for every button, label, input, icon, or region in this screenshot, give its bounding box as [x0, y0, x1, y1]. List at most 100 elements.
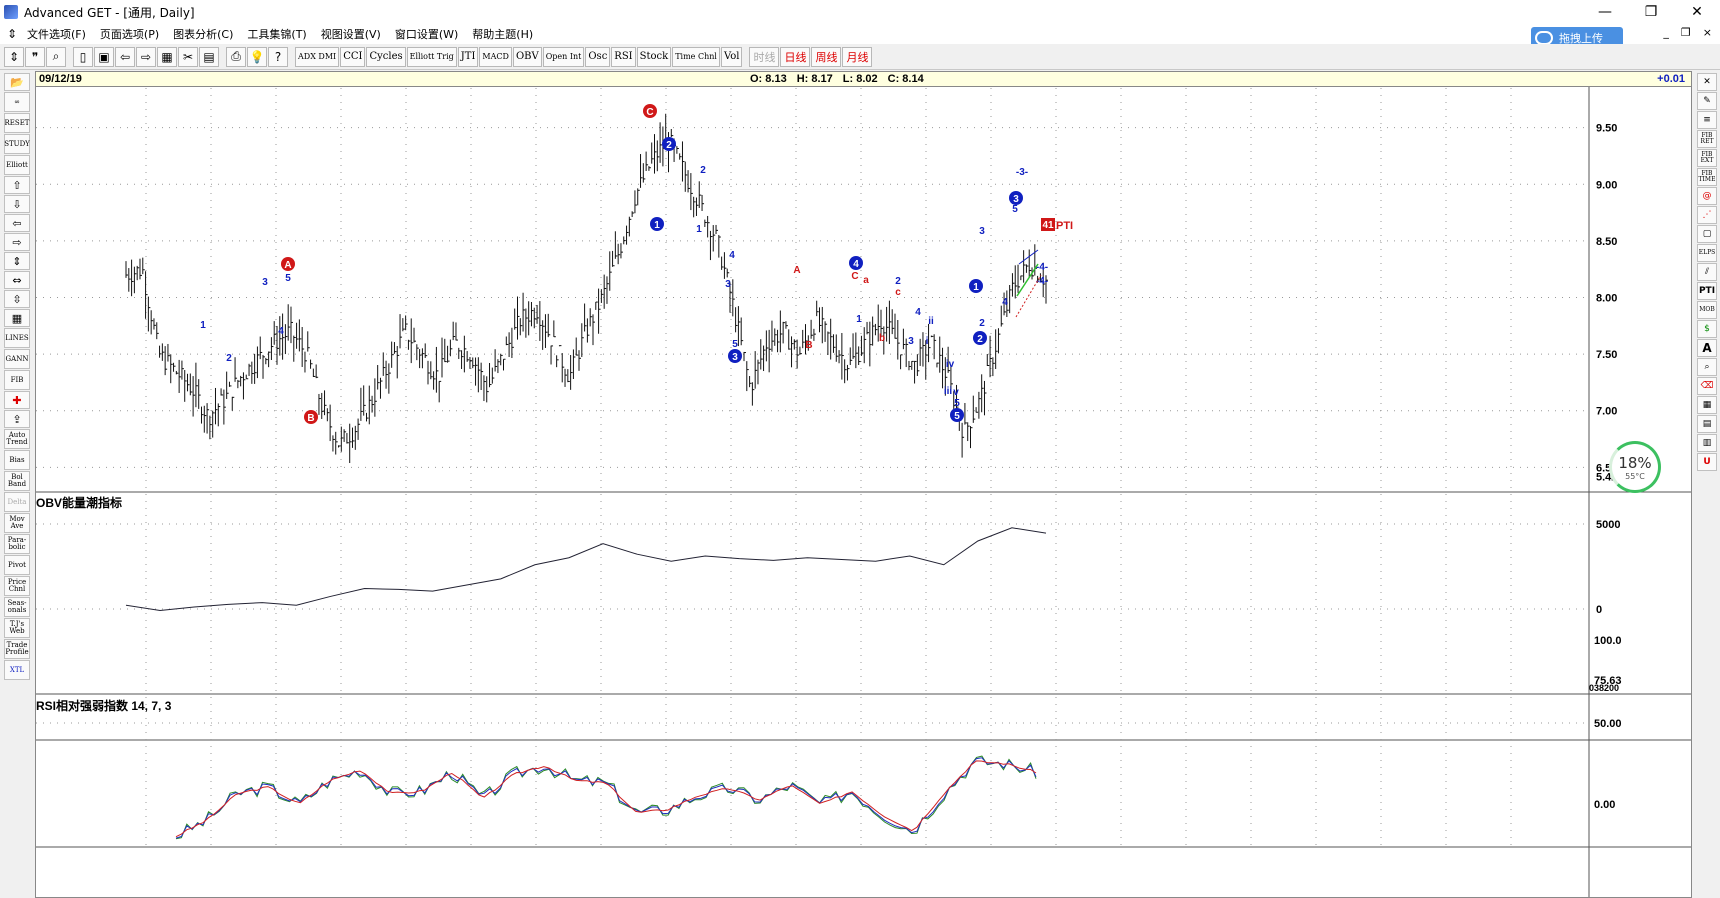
- cut-icon[interactable]: ✂: [178, 46, 198, 67]
- arrow-up-icon[interactable]: ⇧: [4, 176, 30, 194]
- tool-pivot[interactable]: Pivot: [4, 555, 30, 575]
- tool-auto-trend[interactable]: Auto Trend: [4, 429, 30, 449]
- menu-help[interactable]: 帮助主题(H): [465, 26, 540, 42]
- tool-xtl[interactable]: XTL: [4, 660, 30, 680]
- table-icon[interactable]: ▦: [1697, 396, 1717, 414]
- notes-icon[interactable]: ▥: [1697, 434, 1717, 452]
- tb-open-int[interactable]: Open Int: [542, 46, 585, 67]
- layout-icon[interactable]: ▤: [199, 46, 219, 67]
- tb-cci[interactable]: CCI: [340, 46, 366, 67]
- tb-jti[interactable]: JTI: [457, 46, 479, 67]
- menu-window[interactable]: 窗口设置(W): [388, 26, 465, 42]
- dollar-icon[interactable]: $: [1697, 320, 1717, 338]
- tool-elps[interactable]: ELPS: [1697, 244, 1717, 262]
- help-icon[interactable]: ?: [268, 46, 288, 67]
- tool-mov-ave[interactable]: Mov Ave: [4, 513, 30, 533]
- save-icon[interactable]: ▣: [94, 46, 114, 67]
- period-hourly[interactable]: 时线: [749, 46, 780, 67]
- arrow-left-icon[interactable]: ⇦: [4, 214, 30, 232]
- lines-icon[interactable]: ≡: [1697, 111, 1717, 129]
- maximize-button[interactable]: ❐: [1628, 0, 1674, 24]
- tb-time-chnl[interactable]: Time Chnl: [672, 46, 720, 67]
- tool-fib[interactable]: FIB: [4, 370, 30, 390]
- close-button[interactable]: ✕: [1674, 0, 1720, 24]
- back-icon[interactable]: ⇦: [115, 46, 135, 67]
- tool-pti[interactable]: PTI: [1697, 282, 1717, 300]
- eraser-icon[interactable]: ⌫: [1697, 377, 1717, 395]
- hint-icon[interactable]: 💡: [247, 46, 267, 67]
- obv-tick-label: 0: [1596, 604, 1602, 616]
- tool-bol-band[interactable]: Bol Band: [4, 471, 30, 491]
- tool-fib-ret[interactable]: FIB RET: [1697, 130, 1717, 148]
- cursor-icon[interactable]: ⇕: [4, 46, 24, 67]
- tool-binoculars[interactable]: ∞: [4, 92, 30, 112]
- expand-vertical-icon[interactable]: ⇕: [4, 252, 30, 270]
- wave-label: 3: [908, 336, 914, 347]
- spiral-icon[interactable]: @: [1697, 187, 1717, 205]
- print-icon[interactable]: ⎙: [226, 46, 246, 67]
- tool-seasonals[interactable]: Seas-onals: [4, 597, 30, 617]
- quote-icon[interactable]: ❞: [25, 46, 45, 67]
- menu-view[interactable]: 视图设置(V): [314, 26, 388, 42]
- arrow-down-icon[interactable]: ⇩: [4, 195, 30, 213]
- tool-text[interactable]: A: [1697, 339, 1717, 357]
- menu-page[interactable]: 页面选项(P): [93, 26, 166, 42]
- expand-horizontal-icon[interactable]: ⇔: [4, 271, 30, 289]
- tool-bias[interactable]: Bias: [4, 450, 30, 470]
- tb-osc[interactable]: Osc: [585, 46, 611, 67]
- crosshair-icon[interactable]: ✚: [4, 391, 30, 409]
- tool-study[interactable]: STUDY: [4, 134, 30, 154]
- tb-stock[interactable]: Stock: [636, 46, 672, 67]
- tool-fib-ext[interactable]: FIB EXT: [1697, 149, 1717, 167]
- period-monthly[interactable]: 月线: [842, 46, 873, 67]
- grid-settings-icon[interactable]: ▤: [1697, 415, 1717, 433]
- tool-trade-profile[interactable]: Trade Profile: [4, 639, 30, 659]
- menu-file[interactable]: 文件选项(F): [20, 26, 93, 42]
- document-icon[interactable]: ⇕: [4, 27, 20, 41]
- tb-macd[interactable]: MACD: [479, 46, 512, 67]
- tb-rsi[interactable]: RSI: [611, 46, 636, 67]
- export-icon[interactable]: ⇪: [4, 410, 30, 428]
- magnifier-icon[interactable]: ⌕: [1697, 358, 1717, 376]
- tb-obv[interactable]: OBV: [512, 46, 542, 67]
- zoom-icon[interactable]: ⌕: [46, 46, 66, 67]
- cpu-gauge[interactable]: 18% 55°C: [1609, 441, 1661, 493]
- calendar-icon[interactable]: ▦: [4, 309, 30, 327]
- arrow-right-icon[interactable]: ⇨: [4, 233, 30, 251]
- tool-fib-time[interactable]: FIB TIME: [1697, 168, 1717, 186]
- compress-icon[interactable]: ⇳: [4, 290, 30, 308]
- tool-parabolic[interactable]: Para-bolic: [4, 534, 30, 554]
- period-daily[interactable]: 日线: [780, 46, 811, 67]
- tool-tjs-web[interactable]: T.J's Web: [4, 618, 30, 638]
- tool-lines[interactable]: LINES: [4, 328, 30, 348]
- channel-icon[interactable]: ⫽: [1697, 263, 1717, 281]
- magnet-icon[interactable]: U: [1697, 453, 1717, 471]
- tb-adx-dmi[interactable]: ADX DMI: [295, 46, 340, 67]
- tool-reset[interactable]: RESET: [4, 113, 30, 133]
- menu-tools[interactable]: 工具集锦(T): [240, 26, 313, 42]
- period-weekly[interactable]: 周线: [811, 46, 842, 67]
- tool-price-chnl[interactable]: Price Chnl: [4, 576, 30, 596]
- forward-icon[interactable]: ⇨: [136, 46, 156, 67]
- minimize-button[interactable]: —: [1582, 0, 1628, 24]
- chart-panel[interactable]: 09/12/19 O: 8.13 H: 8.17 L: 8.02 C: 8.14…: [35, 71, 1692, 898]
- tb-cycles[interactable]: Cycles: [366, 46, 406, 67]
- new-page-icon[interactable]: ▯: [73, 46, 93, 67]
- open-folder-icon[interactable]: 📂: [4, 73, 30, 91]
- close-x-icon[interactable]: ✕: [1697, 73, 1717, 91]
- tool-gann[interactable]: GANN: [4, 349, 30, 369]
- tool-elliott[interactable]: Elliott: [4, 155, 30, 175]
- grid-icon[interactable]: ▦: [157, 46, 177, 67]
- box-icon[interactable]: ▢: [1697, 225, 1717, 243]
- tb-elliott-trig[interactable]: Elliott Trig: [406, 46, 457, 67]
- mdi-close-button[interactable]: ×: [1703, 26, 1712, 39]
- mdi-restore-button[interactable]: ❐: [1681, 26, 1691, 39]
- chart-canvas[interactable]: ABC123453121234521435ABC abc1234iiiiiiivv…: [36, 72, 1691, 897]
- tool-mob[interactable]: MOB: [1697, 301, 1717, 319]
- fan-icon[interactable]: ⋰: [1697, 206, 1717, 224]
- menu-chart-analysis[interactable]: 图表分析(C): [166, 26, 240, 42]
- pencil-icon[interactable]: ✎: [1697, 92, 1717, 110]
- tool-delta[interactable]: Delta: [4, 492, 30, 512]
- mdi-minimize-button[interactable]: _: [1663, 26, 1669, 39]
- tb-vol[interactable]: Vol: [720, 46, 743, 67]
